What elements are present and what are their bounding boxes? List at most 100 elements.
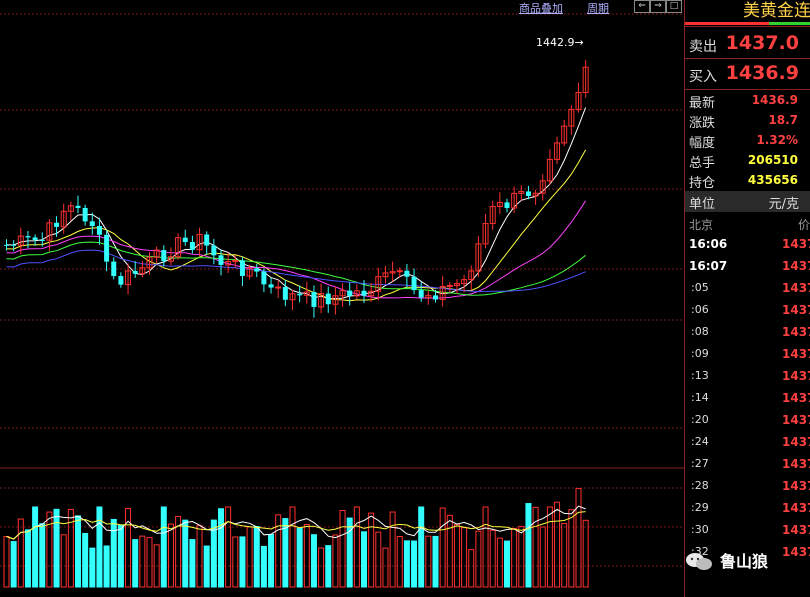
- volume-bar: [32, 506, 39, 588]
- stat-label: 最新: [689, 96, 716, 111]
- scroll-right-button[interactable]: ⇒: [650, 0, 666, 13]
- volume-bar: [425, 535, 432, 588]
- scroll-left-button[interactable]: ⇐: [634, 0, 650, 13]
- volume-bar: [24, 529, 31, 588]
- volume-bar: [225, 506, 232, 588]
- tick-time: :14: [691, 391, 709, 404]
- volume-bar: [504, 540, 510, 588]
- tick-price: 1437: [782, 347, 810, 361]
- high-price-annotation: 1442.9→: [536, 36, 584, 49]
- tick-time: 16:07: [689, 259, 728, 273]
- volume-bar: [96, 506, 103, 588]
- volume-bar: [561, 522, 568, 588]
- volume-bar: [110, 518, 117, 588]
- candle-body: [297, 293, 303, 296]
- volume-bar: [353, 506, 360, 588]
- candle-body: [82, 207, 88, 222]
- volume-bar: [339, 509, 346, 588]
- unit-bar: 单位 元/克: [685, 191, 810, 212]
- overlay-link[interactable]: 商品叠加: [519, 0, 563, 16]
- ticks-header-price: 价: [798, 218, 810, 232]
- quote-panel: 美黄金连 卖出 1437.0 买入 1436.9 最新 1436.9 涨跌 18.7 幅…: [684, 0, 810, 597]
- volume-bar: [582, 519, 589, 588]
- tick-time: :05: [691, 281, 709, 294]
- volume-bar: [125, 508, 132, 588]
- volume-bar: [303, 524, 310, 588]
- volume-bar: [17, 518, 24, 588]
- stat-value: 206510: [747, 153, 798, 167]
- window-button[interactable]: □: [666, 0, 682, 13]
- watermark: 鲁山狼: [686, 552, 768, 571]
- candle-body: [311, 292, 317, 307]
- candle-body: [361, 290, 367, 296]
- tick-time: :29: [691, 501, 709, 514]
- volume-bar: [525, 503, 532, 588]
- volume-bar: [439, 507, 446, 588]
- period-link[interactable]: 周期: [587, 0, 609, 16]
- volume-bar: [232, 536, 239, 588]
- volume-bar: [325, 545, 332, 588]
- volume-bar: [361, 531, 367, 588]
- volume-bar: [511, 528, 518, 588]
- candle-body: [89, 221, 95, 227]
- volume-bar: [489, 529, 496, 588]
- tick-time: :30: [691, 523, 709, 536]
- volume-bar: [546, 506, 553, 588]
- tick-time: :08: [691, 325, 709, 338]
- stat-value: 435656: [747, 173, 798, 187]
- volume-bar: [82, 532, 89, 588]
- tick-price: 1437: [782, 523, 810, 537]
- watermark-text: 鲁山狼: [719, 552, 768, 571]
- tick-price: 1437: [782, 237, 810, 251]
- tick-time: :06: [691, 303, 709, 316]
- volume-bar: [53, 508, 60, 588]
- volume-bar: [246, 526, 253, 588]
- tick-price: 1437: [782, 303, 810, 317]
- stat-label: 总手: [689, 156, 716, 171]
- candle-body: [161, 250, 167, 262]
- volume-bar: [310, 534, 317, 588]
- volume-bar: [382, 547, 389, 588]
- unit-value: 元/克: [768, 197, 799, 212]
- candle-body: [25, 236, 31, 238]
- volume-bar: [411, 540, 418, 588]
- tick-price: 1437: [782, 501, 810, 515]
- candle-body: [118, 276, 124, 285]
- volume-bar: [482, 506, 489, 588]
- candle-body: [75, 205, 81, 208]
- tick-time: :09: [691, 347, 709, 360]
- candle-body: [325, 293, 331, 305]
- volume-bar: [203, 545, 210, 588]
- tick-price: 1437: [782, 479, 810, 493]
- kline-chart[interactable]: 1442.9→: [0, 0, 684, 597]
- volume-ma10-line: [6, 511, 586, 540]
- stat-value: 1.32%: [756, 133, 798, 147]
- volume-bar: [518, 525, 525, 588]
- candle-body: [411, 276, 417, 291]
- volume-bar: [468, 549, 475, 588]
- candle-body: [39, 240, 45, 242]
- tick-price: 1437: [782, 545, 810, 559]
- stat-label: 持仓: [689, 176, 716, 191]
- candle-body: [132, 270, 138, 274]
- volume-bar: [396, 535, 403, 588]
- stat-label: 涨跌: [689, 116, 716, 131]
- candle-body: [32, 237, 38, 241]
- volume-bar: [453, 523, 460, 588]
- volume-bar: [368, 512, 375, 588]
- tick-price: 1437: [782, 391, 810, 405]
- candle-body: [182, 237, 188, 243]
- volume-bar: [239, 536, 246, 588]
- buy-price: 1436.9: [725, 62, 799, 84]
- candle-body: [347, 290, 353, 296]
- volume-bar: [575, 488, 582, 588]
- candle-body: [446, 285, 453, 288]
- candle-body: [218, 255, 224, 265]
- candle-body: [211, 245, 217, 256]
- candle-body: [54, 222, 60, 227]
- candle-body: [433, 295, 438, 300]
- volume-bar: [3, 535, 10, 588]
- candle-body: [254, 268, 260, 272]
- stat-value: 18.7: [768, 113, 798, 127]
- volume-bar: [132, 539, 139, 588]
